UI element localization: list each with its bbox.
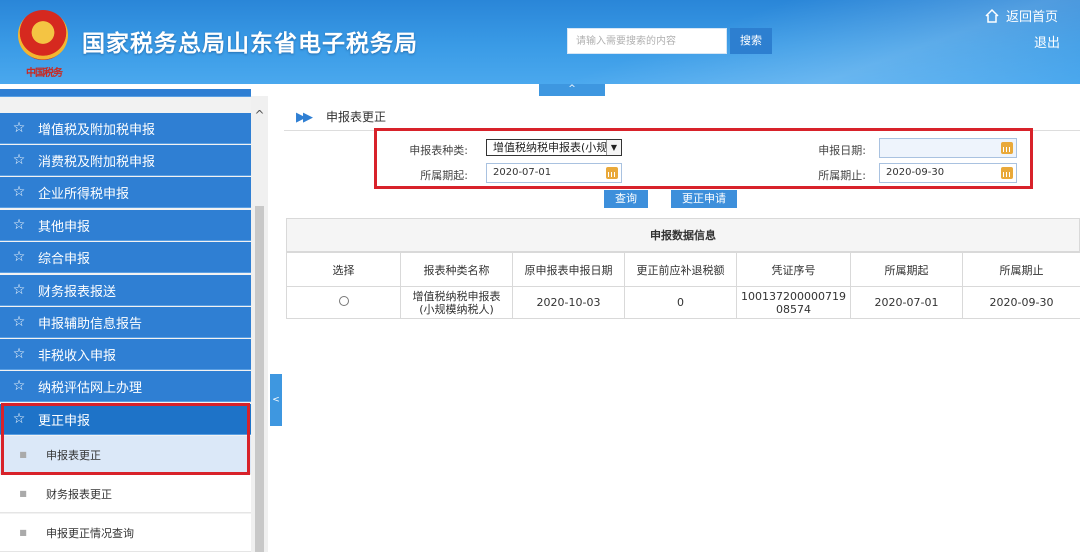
row-radio-button[interactable] [338, 296, 349, 306]
sidebar-item-non-tax-revenue[interactable]: ☆ 非税收入申报 [0, 339, 251, 370]
table-header-row: 选择 报表种类名称 原申报表申报日期 更正前应补退税额 凭证序号 所属期起 所属… [286, 252, 1080, 287]
star-icon: ☆ [12, 314, 26, 330]
sidebar-item-consumption-tax[interactable]: ☆ 消费税及附加税申报 [0, 145, 251, 176]
scrollbar-thumb[interactable] [255, 206, 264, 552]
table-caption: 申报数据信息 [286, 218, 1080, 252]
sidebar: ☆ 增值税及附加税申报 ☆ 消费税及附加税申报 ☆ 企业所得税申报 ☆ 其他申报 ☆ 综合… [0, 89, 268, 552]
bullet-icon: ■ [19, 528, 27, 537]
original-date-cell: 2020-10-03 [512, 286, 625, 319]
chevron-down-icon: ▼ [606, 140, 621, 155]
sidebar-item-comprehensive[interactable]: ☆ 综合申报 [0, 242, 251, 273]
star-icon: ☆ [12, 378, 26, 394]
period-start-value: 2020-07-01 [493, 167, 552, 178]
site-title: 国家税务总局山东省电子税务局 [82, 31, 418, 57]
search-button[interactable]: 搜索 [730, 28, 772, 54]
bullet-icon: ■ [19, 450, 27, 459]
bullet-icon: ■ [19, 489, 27, 498]
sidebar-item-label: 申报辅助信息报告 [38, 316, 143, 332]
sidebar-scrollbar[interactable]: ^ [251, 96, 268, 552]
sidebar-item-label: 纳税评估网上办理 [38, 380, 143, 396]
breadcrumb: ▶▶ 申报表更正 [296, 108, 386, 125]
sidebar-item-corporate-income-tax[interactable]: ☆ 企业所得税申报 [0, 177, 251, 208]
report-name-cell: 增值税纳税申报表(小规模纳税人) [400, 286, 513, 319]
scroll-up-icon[interactable]: ^ [251, 108, 268, 122]
sidebar-item-auxiliary-info[interactable]: ☆ 申报辅助信息报告 [0, 307, 251, 338]
period-start-input[interactable]: 2020-07-01 [486, 163, 622, 183]
calendar-icon[interactable] [1001, 142, 1013, 154]
calendar-icon[interactable] [1001, 167, 1013, 179]
emblem-caption: 中国税务 [26, 68, 63, 79]
sidebar-item-financial-statements[interactable]: ☆ 财务报表报送 [0, 275, 251, 306]
search-input[interactable] [567, 28, 727, 54]
sidebar-subitem-label: 申报更正情况查询 [46, 526, 134, 540]
star-icon: ☆ [12, 249, 26, 265]
report-type-value: 增值税纳税申报表(小规 [493, 141, 608, 154]
star-icon: ☆ [12, 411, 26, 427]
calendar-icon[interactable] [606, 167, 618, 179]
period-end-label: 所属期止: [818, 169, 866, 182]
table-row[interactable]: 增值税纳税申报表(小规模纳税人) 2020-10-03 0 1001372000… [286, 286, 1080, 319]
sidebar-item-partial [0, 89, 251, 97]
period-end-cell: 2020-09-30 [962, 286, 1080, 319]
column-header: 所属期起 [850, 252, 963, 287]
sidebar-subitem-correction-query[interactable]: ■ 申报更正情况查询 [0, 514, 251, 552]
logout-link[interactable]: 退出 [1034, 32, 1060, 51]
select-cell[interactable] [286, 286, 401, 319]
declare-date-label: 申报日期: [818, 144, 866, 157]
sidebar-toggle-button[interactable]: < [270, 374, 282, 426]
sidebar-item-label: 企业所得税申报 [38, 186, 130, 202]
period-end-input[interactable]: 2020-09-30 [879, 163, 1017, 183]
sidebar-item-correction[interactable]: ☆ 更正申报 [0, 404, 251, 435]
double-arrow-icon: ▶▶ [296, 110, 313, 125]
period-end-value: 2020-09-30 [886, 167, 945, 178]
sidebar-subitem-report-correction[interactable]: ■ 申报表更正 [0, 436, 251, 474]
sidebar-item-tax-assessment[interactable]: ☆ 纳税评估网上办理 [0, 371, 251, 402]
sidebar-subitem-label: 申报表更正 [46, 448, 101, 462]
collapse-header-button[interactable]: ^ [539, 84, 605, 96]
column-header: 选择 [286, 252, 401, 287]
column-header: 原申报表申报日期 [512, 252, 625, 287]
tax-emblem-icon [18, 10, 68, 60]
report-type-label: 申报表种类: [409, 144, 468, 157]
star-icon: ☆ [12, 120, 26, 136]
sidebar-item-label: 财务报表报送 [38, 284, 117, 300]
sidebar-item-label: 消费税及附加税申报 [38, 154, 156, 170]
header-bar: 中国税务 国家税务总局山东省电子税务局 搜索 返回首页 退出 [0, 0, 1080, 84]
period-start-cell: 2020-07-01 [850, 286, 963, 319]
star-icon: ☆ [12, 184, 26, 200]
home-link[interactable]: 返回首页 [984, 6, 1058, 25]
declaration-data-table: 申报数据信息 选择 报表种类名称 原申报表申报日期 更正前应补退税额 凭证序号 … [286, 218, 1080, 319]
column-header: 报表种类名称 [400, 252, 513, 287]
sidebar-item-label: 其他申报 [38, 219, 91, 235]
sidebar-item-vat[interactable]: ☆ 增值税及附加税申报 [0, 113, 251, 144]
sidebar-item-label: 增值税及附加税申报 [38, 122, 156, 138]
sidebar-subitem-label: 财务报表更正 [46, 487, 112, 501]
breadcrumb-divider [284, 130, 1080, 131]
star-icon: ☆ [12, 152, 26, 168]
sidebar-item-other[interactable]: ☆ 其他申报 [0, 210, 251, 241]
star-icon: ☆ [12, 346, 26, 362]
amount-cell: 0 [624, 286, 737, 319]
page: 中国税务 国家税务总局山东省电子税务局 搜索 返回首页 退出 ^ ☆ 增值税及附加… [0, 0, 1080, 552]
home-link-label: 返回首页 [1006, 10, 1059, 25]
column-header: 更正前应补退税额 [624, 252, 737, 287]
data-table: 选择 报表种类名称 原申报表申报日期 更正前应补退税额 凭证序号 所属期起 所属… [286, 252, 1080, 319]
voucher-cell: 10013720000071908574 [736, 286, 851, 319]
star-icon: ☆ [12, 217, 26, 233]
sidebar-item-label: 非税收入申报 [38, 348, 117, 364]
column-header: 所属期止 [962, 252, 1080, 287]
breadcrumb-label: 申报表更正 [326, 110, 387, 124]
sidebar-subitem-financial-correction[interactable]: ■ 财务报表更正 [0, 475, 251, 513]
query-button[interactable]: 查询 [604, 190, 648, 208]
declare-date-input[interactable] [879, 138, 1017, 158]
apply-correction-button[interactable]: 更正申请 [671, 190, 737, 208]
column-header: 凭证序号 [736, 252, 851, 287]
star-icon: ☆ [12, 282, 26, 298]
home-icon [985, 8, 999, 23]
period-start-label: 所属期起: [420, 169, 468, 182]
report-type-select[interactable]: 增值税纳税申报表(小规 ▼ [486, 139, 622, 156]
sidebar-item-label: 更正申报 [38, 413, 91, 429]
sidebar-item-label: 综合申报 [38, 251, 91, 267]
